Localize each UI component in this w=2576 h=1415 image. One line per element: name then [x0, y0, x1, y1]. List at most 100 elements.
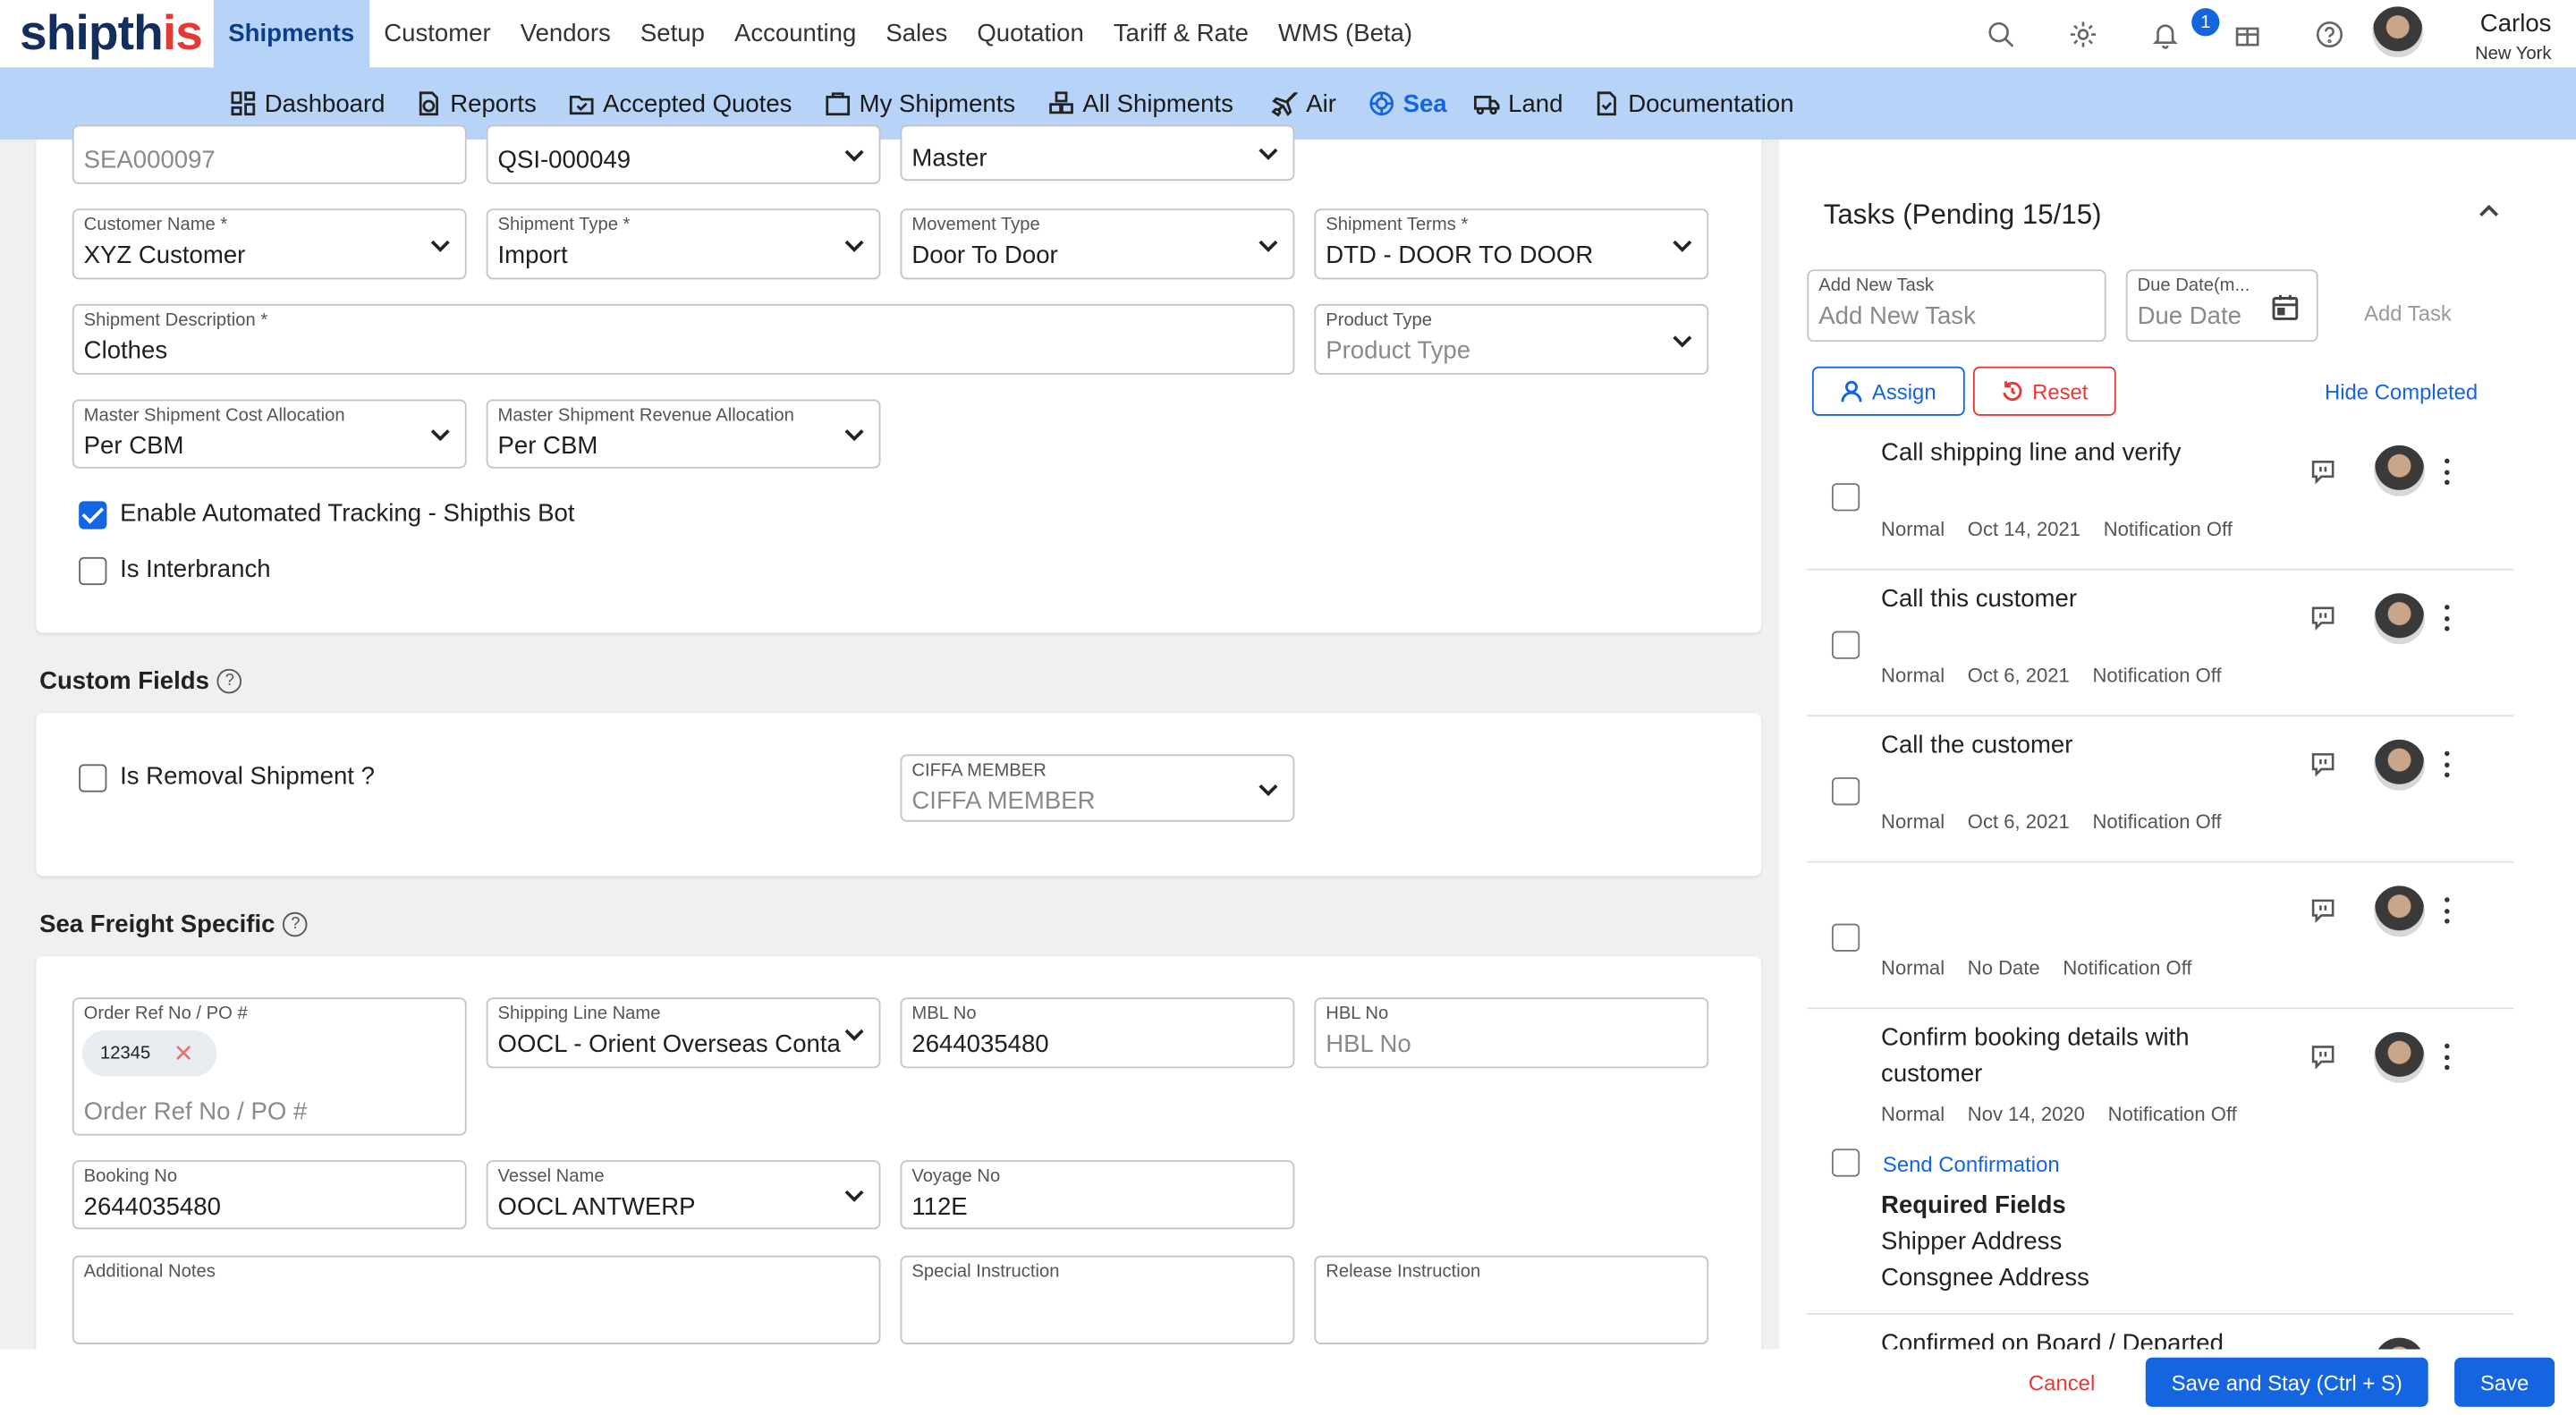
- task-checkbox[interactable]: [1831, 1148, 1860, 1177]
- hbl-number-field[interactable]: HBL No HBL No: [1314, 997, 1709, 1069]
- mbl-number-field[interactable]: MBL No 2644035480: [900, 997, 1295, 1069]
- subnav-land[interactable]: Land: [1474, 67, 1563, 140]
- more-options-icon[interactable]: [2441, 605, 2451, 631]
- add-task-button[interactable]: Add Task: [2364, 301, 2452, 326]
- cancel-button[interactable]: Cancel: [2007, 1358, 2115, 1407]
- menu-vendors[interactable]: Vendors: [505, 0, 625, 67]
- ciffa-member-select[interactable]: CIFFA MEMBER CIFFA MEMBER: [900, 754, 1295, 822]
- chevron-down-icon: [843, 422, 866, 445]
- menu-setup[interactable]: Setup: [625, 0, 719, 67]
- shipment-number-field[interactable]: SEA000097: [72, 124, 467, 184]
- help-icon[interactable]: [2311, 16, 2347, 52]
- shipping-line-select[interactable]: Shipping Line Name OOCL - Orient Oversea…: [486, 997, 881, 1069]
- automated-tracking-checkbox[interactable]: [79, 501, 107, 530]
- shipment-terms-select[interactable]: Shipment Terms * DTD - DOOR TO DOOR: [1314, 208, 1709, 280]
- save-button[interactable]: Save: [2454, 1357, 2555, 1407]
- due-date-input[interactable]: Due Date(m... Due Date: [2125, 269, 2318, 343]
- assignee-avatar[interactable]: [2374, 885, 2426, 937]
- customer-name-select[interactable]: Customer Name * XYZ Customer: [72, 208, 467, 280]
- release-instruction-field[interactable]: Release Instruction: [1314, 1255, 1709, 1344]
- revenue-allocation-select[interactable]: Master Shipment Revenue Allocation Per C…: [486, 399, 881, 469]
- subnav-documentation[interactable]: Documentation: [1594, 67, 1794, 140]
- task-checkbox[interactable]: [1831, 631, 1860, 659]
- product-type-select[interactable]: Product Type Product Type: [1314, 303, 1709, 375]
- master-type-select[interactable]: Master: [900, 124, 1295, 182]
- user-avatar[interactable]: [2372, 6, 2424, 58]
- menu-tariff-rate[interactable]: Tariff & Rate: [1098, 0, 1263, 67]
- reports-icon: [419, 91, 438, 116]
- comment-icon[interactable]: [2309, 459, 2335, 485]
- task-checkbox[interactable]: [1831, 483, 1860, 512]
- gift-icon[interactable]: [2229, 16, 2265, 52]
- hide-completed-link[interactable]: Hide Completed: [2325, 379, 2478, 404]
- task-item[interactable]: Call shipping line and verify Normal Oct …: [1807, 422, 2514, 571]
- task-title: Call this customer: [1881, 585, 2078, 614]
- task-checkbox[interactable]: [1831, 923, 1860, 952]
- task-title: Call shipping line and verify: [1881, 438, 2182, 467]
- menu-accounting[interactable]: Accounting: [719, 0, 870, 67]
- close-icon[interactable]: ✕: [174, 1038, 194, 1068]
- help-icon[interactable]: ?: [283, 911, 309, 937]
- new-task-input[interactable]: Add New Task Add New Task: [1807, 269, 2106, 343]
- send-confirmation-link[interactable]: Send Confirmation: [1883, 1152, 2060, 1177]
- quotation-number-select[interactable]: QSI-000049: [486, 124, 881, 184]
- vessel-name-select[interactable]: Vessel Name OOCL ANTWERP: [486, 1160, 881, 1230]
- removal-shipment-checkbox[interactable]: [79, 764, 107, 792]
- comment-icon[interactable]: [2309, 897, 2335, 924]
- menu-sales[interactable]: Sales: [871, 0, 962, 67]
- chevron-down-icon: [428, 422, 452, 445]
- movement-type-select[interactable]: Movement Type Door To Door: [900, 208, 1295, 280]
- menu-customer[interactable]: Customer: [369, 0, 506, 67]
- comment-icon[interactable]: [2309, 605, 2335, 631]
- shipment-description-field[interactable]: Shipment Description * Clothes: [72, 303, 1295, 375]
- task-item[interactable]: Confirmed on Board / Departed: [1807, 1315, 2513, 1350]
- chevron-down-icon: [1257, 141, 1280, 165]
- help-icon[interactable]: ?: [217, 668, 242, 694]
- search-icon[interactable]: [1983, 16, 2019, 52]
- bell-icon[interactable]: [2148, 16, 2183, 52]
- chevron-up-icon[interactable]: [2476, 199, 2502, 225]
- task-item[interactable]: Call this customer Normal Oct 6, 2021 Noti…: [1807, 571, 2514, 717]
- assignee-avatar[interactable]: [2374, 1031, 2426, 1083]
- interbranch-checkbox[interactable]: [79, 556, 107, 586]
- menu-quotation[interactable]: Quotation: [962, 0, 1099, 67]
- chevron-down-icon: [1257, 233, 1280, 256]
- reset-button[interactable]: Reset: [1972, 366, 2116, 416]
- comment-icon[interactable]: [2309, 751, 2335, 777]
- order-ref-chip[interactable]: 12345 ✕: [81, 1030, 217, 1077]
- subnav-sea[interactable]: Sea: [1368, 67, 1447, 140]
- save-and-stay-button[interactable]: Save and Stay (Ctrl + S): [2145, 1357, 2428, 1407]
- voyage-number-field[interactable]: Voyage No 112E: [900, 1160, 1295, 1230]
- assignee-avatar[interactable]: [2374, 1337, 2426, 1350]
- shipthis-logo[interactable]: shipth is: [20, 0, 203, 67]
- task-item[interactable]: Confirm booking details with customer No…: [1807, 1009, 2514, 1315]
- more-options-icon[interactable]: [2441, 750, 2451, 778]
- comment-icon[interactable]: [2309, 1044, 2335, 1070]
- special-instruction-field[interactable]: Special Instruction: [900, 1255, 1295, 1344]
- task-item[interactable]: Normal No Date Notification Off: [1807, 863, 2514, 1010]
- assignee-avatar[interactable]: [2374, 445, 2426, 496]
- chevron-down-icon: [843, 233, 866, 256]
- menu-wms-beta[interactable]: WMS (Beta): [1264, 0, 1428, 67]
- menu-shipments[interactable]: Shipments: [213, 0, 369, 68]
- more-options-icon[interactable]: [2441, 897, 2451, 924]
- gear-icon[interactable]: [2065, 16, 2101, 52]
- more-options-icon[interactable]: [2441, 1043, 2451, 1071]
- user-info[interactable]: Carlos New York: [2453, 10, 2551, 64]
- calendar-icon[interactable]: [2270, 292, 2300, 322]
- booking-number-field[interactable]: Booking No 2644035480: [72, 1160, 467, 1230]
- cost-allocation-select[interactable]: Master Shipment Cost Allocation Per CBM: [72, 399, 467, 469]
- assignee-avatar[interactable]: [2374, 739, 2426, 791]
- more-options-icon[interactable]: [2441, 458, 2451, 486]
- task-item[interactable]: Call the customer Normal Oct 6, 2021 Notif…: [1807, 716, 2514, 863]
- shipment-type-select[interactable]: Shipment Type * Import: [486, 208, 881, 280]
- top-navbar: shipth is Shipments Customer Vendors Setu…: [0, 0, 2576, 68]
- assign-button[interactable]: Assign: [1811, 366, 1965, 416]
- chevron-down-icon: [843, 1183, 866, 1207]
- task-checkbox[interactable]: [1831, 777, 1860, 806]
- assignee-avatar[interactable]: [2374, 593, 2426, 645]
- dashboard-icon: [231, 91, 256, 116]
- task-meta: Normal Oct 14, 2021 Notification Off: [1881, 517, 2233, 541]
- additional-notes-field[interactable]: Additional Notes: [72, 1255, 881, 1344]
- chevron-down-icon: [1671, 328, 1694, 352]
